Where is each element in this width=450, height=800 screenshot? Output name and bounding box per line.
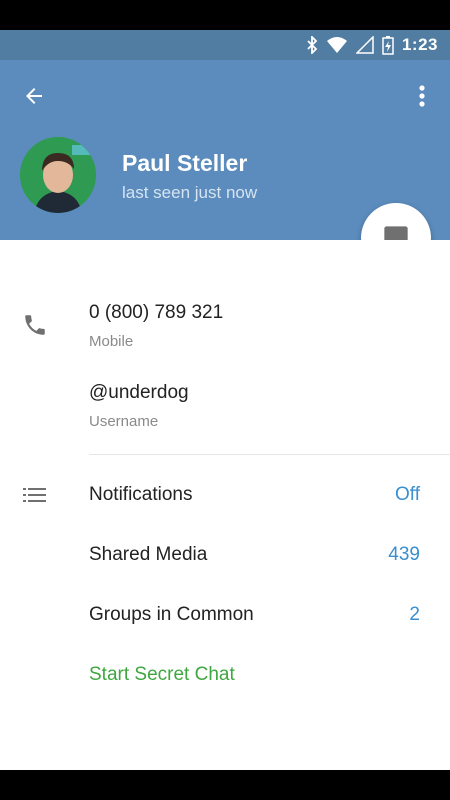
shared-media-label: Shared Media bbox=[89, 544, 208, 565]
notifications-value: Off bbox=[395, 484, 420, 505]
phone-label: Mobile bbox=[89, 333, 134, 350]
groups-in-common-label: Groups in Common bbox=[89, 604, 254, 625]
notifications-label: Notifications bbox=[89, 484, 193, 505]
phone-icon bbox=[22, 312, 48, 343]
groups-in-common-count: 2 bbox=[409, 604, 420, 625]
status-time: 1:23 bbox=[401, 35, 438, 54]
signal-icon bbox=[355, 36, 374, 54]
start-secret-chat-row[interactable]: Start Secret Chat bbox=[0, 660, 450, 690]
bluetooth-icon bbox=[306, 36, 318, 54]
username-row[interactable]: @underdog Username bbox=[0, 372, 450, 432]
battery-icon bbox=[382, 35, 394, 55]
username-label: Username bbox=[89, 413, 159, 430]
shared-media-row[interactable]: Shared Media 439 bbox=[0, 540, 450, 570]
more-vert-icon bbox=[419, 85, 425, 107]
avatar[interactable] bbox=[20, 137, 96, 213]
back-arrow-icon bbox=[26, 88, 42, 104]
bottom-black-bar bbox=[0, 770, 450, 800]
username-value: @underdog bbox=[89, 382, 189, 403]
status-bar: 1:23 bbox=[0, 30, 450, 60]
profile-content: 0 (800) 789 321 Mobile @underdog Usernam… bbox=[0, 240, 450, 770]
phone-number: 0 (800) 789 321 bbox=[89, 302, 224, 323]
groups-in-common-row[interactable]: Groups in Common 2 bbox=[0, 600, 450, 630]
divider bbox=[89, 454, 450, 455]
last-seen-status: last seen just now bbox=[122, 183, 258, 202]
wifi-icon bbox=[326, 36, 348, 54]
list-icon bbox=[22, 484, 48, 511]
notifications-row[interactable]: Notifications Off bbox=[0, 480, 450, 510]
contact-name: Paul Steller bbox=[122, 150, 248, 176]
shared-media-count: 439 bbox=[388, 544, 420, 565]
top-black-bar bbox=[0, 0, 450, 30]
phone-row[interactable]: 0 (800) 789 321 Mobile bbox=[0, 292, 450, 352]
more-options-button[interactable] bbox=[410, 80, 434, 112]
start-secret-chat-label: Start Secret Chat bbox=[89, 664, 235, 685]
back-button[interactable] bbox=[18, 80, 50, 112]
